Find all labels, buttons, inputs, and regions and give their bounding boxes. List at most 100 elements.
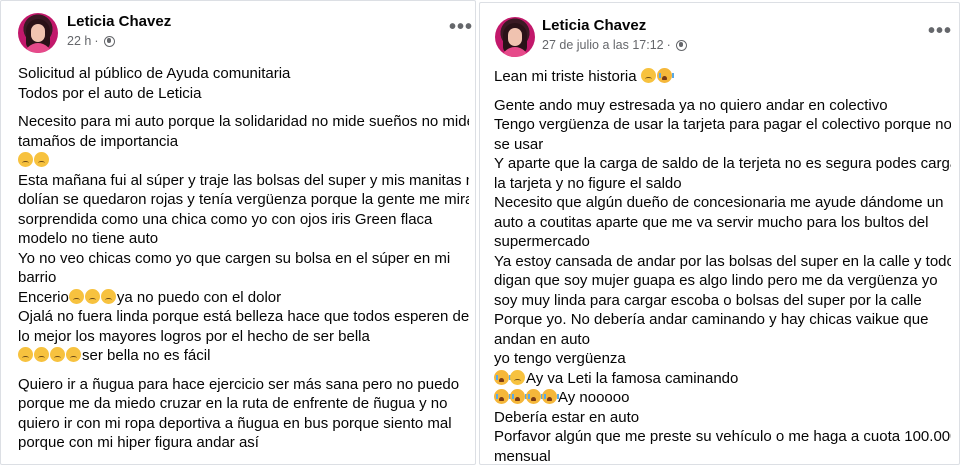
post-line-text: modelo no tiene auto — [18, 230, 159, 247]
post-line: Quiero ir a ñugua para hace ejercicio se… — [18, 375, 469, 395]
post-line-text: Debería estar en auto — [494, 408, 640, 426]
post-line-text: ya no puedo con el dolor — [116, 288, 282, 306]
post-line: porque con mi hiper figura andar así — [18, 433, 469, 453]
post-line-text: Todos por el auto de Leticia — [18, 84, 202, 102]
post-line-text: yo tengo vergüenza — [494, 350, 626, 367]
post-timestamp[interactable]: 22 h — [67, 34, 91, 48]
post-line: Ay va Leti la famosa caminando — [494, 369, 951, 389]
author-name[interactable]: Leticia Chavez — [542, 17, 646, 34]
sad-face-emoji-icon — [18, 152, 33, 167]
post-meta: 27 de julio a las 17:12 · — [542, 38, 687, 52]
crying-face-emoji-icon — [510, 389, 527, 404]
post-line-text: Gente ando muy estresada ya no quiero an… — [494, 96, 888, 114]
post-line-text: Tengo vergüenza de usar la tarjeta para … — [494, 116, 951, 133]
post-line-text: lo mejor los mayores logros por el hecho… — [18, 327, 370, 345]
sad-face-emoji-icon — [50, 347, 65, 362]
sad-face-emoji-icon — [18, 347, 33, 362]
crying-face-emoji-icon — [494, 369, 511, 385]
post-line: Tengo vergüenza de usar la tarjeta para … — [494, 115, 951, 135]
crying-face-emoji-icon — [526, 389, 543, 404]
post-meta: 22 h · — [67, 34, 115, 48]
post-line-text: tamaños de importancia — [18, 132, 179, 150]
post-line-text: barrio — [18, 269, 57, 286]
post-line-text: Yo no veo chicas como yo que cargen su b… — [18, 249, 451, 267]
post-line: supermercado — [494, 232, 951, 252]
post-line: Ya estoy cansada de andar por las bolsas… — [494, 252, 951, 272]
post-line-text: quiero ir con mi ropa deportiva a ñugua … — [18, 414, 452, 432]
post-paragraph: Lean mi triste historia — [494, 67, 951, 87]
post-line-text: Porfavor algún que me preste su vehículo… — [494, 428, 951, 445]
facebook-post-left: Leticia Chavez 22 h · ••• Solicitud al p… — [0, 0, 476, 465]
author-name[interactable]: Leticia Chavez — [67, 13, 171, 30]
post-line-text: ser bella no es fácil — [82, 347, 211, 364]
post-line: Lean mi triste historia — [494, 67, 951, 87]
post-line: Yo no veo chicas como yo que cargen su b… — [18, 249, 469, 269]
post-line-text: andan en auto — [494, 330, 590, 348]
post-line: Necesito para mi auto porque la solidari… — [18, 112, 469, 132]
post-line: tamaños de importancia — [18, 132, 469, 152]
post-paragraph: Solicitud al público de Ayuda comunitari… — [18, 64, 469, 103]
post-text: Lean mi triste historia Gente ando muy e… — [480, 67, 959, 465]
post-line-text: Y aparte que la carga de saldo de la ter… — [494, 155, 951, 172]
post-line: Y aparte que la carga de saldo de la ter… — [494, 154, 951, 174]
post-line: ser bella no es fácil — [18, 346, 469, 366]
post-line-text: dolían se quedaron rojas y tenía vergüen… — [18, 191, 469, 208]
post-line-text: Ya estoy cansada de andar por las bolsas… — [494, 252, 951, 270]
post-line-text: la tarjeta y no figure el saldo — [494, 174, 682, 192]
post-line-text: Necesito que algún dueño de concesionari… — [494, 194, 944, 211]
post-line: andan en auto — [494, 330, 951, 350]
post-line-text: Encerio — [18, 288, 69, 306]
post-line: sorprendida como una chica como yo con o… — [18, 210, 469, 230]
post-line: se usar — [494, 135, 951, 155]
post-line-text: Necesito para mi auto porque la solidari… — [18, 113, 469, 130]
more-options-icon[interactable]: ••• — [928, 21, 952, 41]
sad-face-emoji-icon — [34, 347, 49, 362]
crying-face-emoji-icon — [494, 389, 511, 404]
post-line: dolían se quedaron rojas y tenía vergüen… — [18, 190, 469, 210]
post-line: Encerio ya no puedo con el dolor — [18, 288, 469, 308]
post-line-text: supermercado — [494, 233, 590, 250]
post-line: Porfavor algún que me preste su vehículo… — [494, 427, 951, 447]
post-line-text: Porque yo. No debería andar caminando y … — [494, 311, 929, 328]
post-line-text: Lean mi triste historia — [494, 68, 641, 85]
post-paragraph: Gente ando muy estresada ya no quiero an… — [494, 96, 951, 465]
post-line: auto a coutitas aparte que me va servir … — [494, 213, 951, 233]
more-options-icon[interactable]: ••• — [449, 17, 473, 37]
post-paragraph: Necesito para mi auto porque la solidari… — [18, 112, 469, 366]
post-line-text: porque me da miedo cruzar en la ruta de … — [18, 395, 448, 412]
post-line-text: sorprendida como una chica como yo con o… — [18, 210, 433, 228]
post-line: yo tengo vergüenza — [494, 349, 951, 369]
sad-face-emoji-icon — [66, 347, 81, 362]
post-line: la tarjeta y no figure el saldo — [494, 174, 951, 194]
post-line: digan que soy mujer guapa es algo lindo … — [494, 271, 951, 291]
sad-face-emoji-icon — [510, 369, 525, 385]
crying-face-emoji-icon — [656, 68, 674, 83]
post-line-text: Solicitud al público de Ayuda comunitari… — [18, 65, 291, 82]
post-line: Todos por el auto de Leticia — [18, 84, 469, 104]
post-line: Debería estar en auto — [494, 408, 951, 428]
post-line: quiero ir con mi ropa deportiva a ñugua … — [18, 414, 469, 434]
post-line-text: se usar — [494, 135, 544, 153]
author-avatar[interactable] — [18, 13, 58, 53]
facebook-post-right: Leticia Chavez 27 de julio a las 17:12 ·… — [479, 2, 960, 465]
post-timestamp[interactable]: 27 de julio a las 17:12 — [542, 38, 664, 52]
post-header: Leticia Chavez 22 h · ••• — [1, 1, 475, 61]
post-line: Ay nooooo — [494, 388, 951, 408]
post-line: modelo no tiene auto — [18, 229, 469, 249]
author-avatar[interactable] — [495, 17, 535, 57]
post-paragraph: Quiero ir a ñugua para hace ejercicio se… — [18, 375, 469, 453]
post-line: mensual — [494, 447, 951, 465]
post-line: Esta mañana fui al súper y traje las bol… — [18, 171, 469, 191]
post-line: porque me da miedo cruzar en la ruta de … — [18, 394, 469, 414]
sad-face-emoji-icon — [100, 288, 116, 304]
post-line: Solicitud al público de Ayuda comunitari… — [18, 64, 469, 84]
sad-face-emoji-icon — [34, 152, 49, 167]
post-line-text: Ojalá no fuera linda porque está belleza… — [18, 308, 469, 325]
post-line: barrio — [18, 268, 469, 288]
post-line: Porque yo. No debería andar caminando y … — [494, 310, 951, 330]
post-line: Necesito que algún dueño de concesionari… — [494, 193, 951, 213]
post-line-text: porque con mi hiper figura andar así — [18, 434, 259, 451]
sad-face-emoji-icon — [84, 288, 100, 304]
post-line-text: Ay nooooo — [558, 389, 630, 406]
crying-face-emoji-icon — [542, 389, 559, 404]
